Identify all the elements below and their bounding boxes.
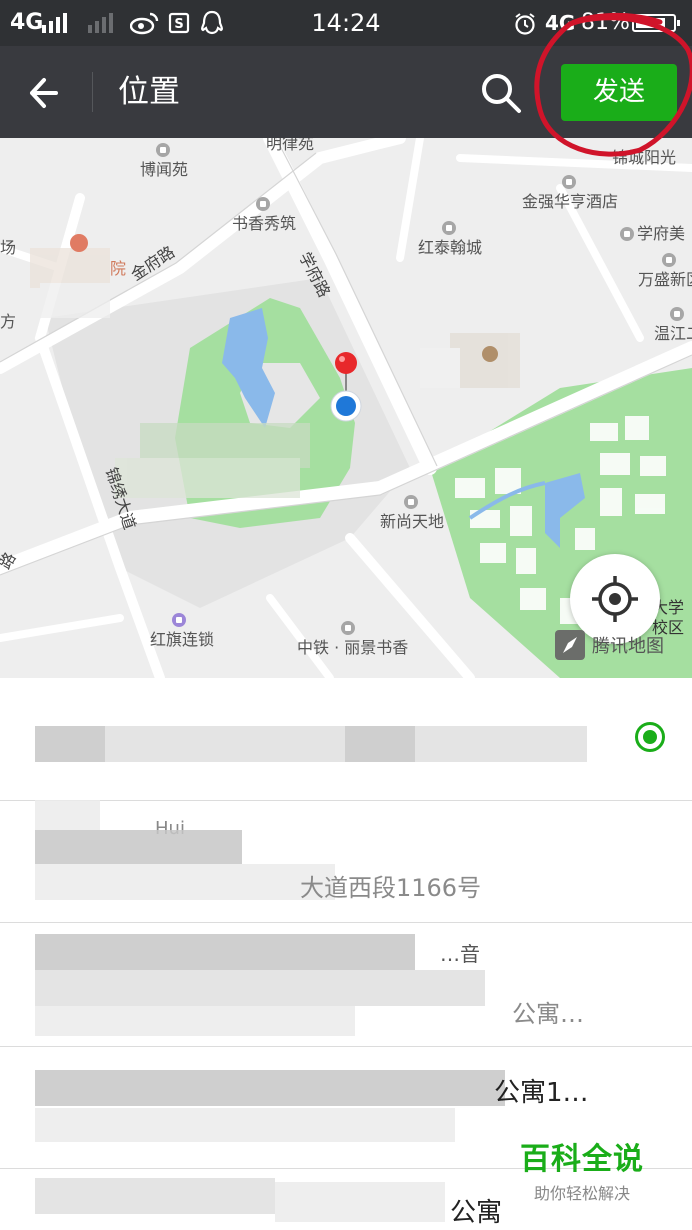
poi-xinshang[interactable]: 新尚天地 [380,492,444,532]
nav-bar: 位置 发送 [0,46,692,138]
poi-pin-icon [669,307,684,321]
alarm-icon [515,13,535,35]
location-item[interactable]: Hui 大道西段1166号 [0,800,692,923]
poi-wenjiang[interactable]: 温江二 [654,304,692,344]
redacted-title [345,726,415,762]
poi-hongtai[interactable]: 红泰翰城 [418,218,482,258]
poi-shuxiangxiuzhu[interactable]: 书香秀筑 [232,194,296,234]
poi-pin-icon [341,621,355,635]
map-label-partial-left2: 方 [0,312,17,331]
redacted-title [35,726,105,762]
map-label-hospital: 院 [110,259,127,278]
location-address: 大道西段1166号 [300,874,482,902]
redacted-title [35,800,100,830]
location-title: 公寓1… [494,1078,589,1108]
location-item-selected[interactable] [0,678,692,801]
location-pin-icon[interactable] [328,350,364,426]
search-icon[interactable] [478,70,524,116]
poi-pin-icon [620,227,634,241]
redacted-address [35,1108,455,1142]
poi-hongqi[interactable]: 红旗连锁 [150,610,214,650]
location-address: 公寓… [512,1000,584,1028]
store-icon [172,613,186,627]
redacted-title [275,1182,445,1222]
poi-pin-icon [441,221,456,235]
hospital-icon [70,234,88,252]
poi-pin-icon [403,495,418,509]
watermark-logo: 百科全说 助你轻松解决 [512,1134,652,1204]
poi-bowenyuan[interactable]: 博闻苑 [140,140,188,180]
status-bar: 4G S 14:24 4G 81% [0,0,692,46]
location-title: 公寓 [450,1198,503,1228]
poi-pin-icon [155,143,170,157]
battery-icon [632,14,680,32]
selected-radio-icon[interactable] [635,722,665,752]
redacted-address [35,864,335,900]
redacted-title [35,970,485,1006]
send-button[interactable]: 发送 [561,64,677,121]
redacted-title [35,1178,275,1214]
location-title: …音 [440,942,480,966]
poi-pin-icon [255,197,270,211]
poi-pin-icon [661,253,676,267]
battery-percent: 81% [581,10,630,35]
redacted-title [35,830,242,864]
redacted-title [35,934,415,970]
nav-divider [92,72,93,112]
redacted-title [105,726,345,762]
page-title: 位置 [118,74,180,110]
back-arrow-icon[interactable] [22,70,72,116]
poi-wansheng[interactable]: 万盛新区 [638,250,692,290]
map-label-jinchengyangguang: 锦城阳光 [612,148,677,167]
map-label-mingluyuan: 明律苑 [266,138,315,153]
network-type-secondary: 4G [545,11,576,35]
location-item[interactable]: …音 公寓… [0,922,692,1047]
redacted-address [35,1006,355,1036]
watermark-title: 百科全说 [520,1142,644,1177]
redacted-title [35,1070,505,1106]
poi-zhongtie[interactable]: 中铁 · 丽景书香 [297,618,408,658]
redacted-title [415,726,587,762]
map-view[interactable]: 明律苑 博闻苑 书香秀筑 金强华亨酒店 红泰翰城 学府美 万盛新区 温江二 锦城… [0,138,692,678]
map-label-partial-left: 场 [0,238,17,257]
compass-icon[interactable] [555,630,585,660]
watermark-subtitle: 助你轻松解决 [533,1184,630,1203]
school-icon [482,346,498,362]
map-provider-logo: 腾讯地图 [592,636,664,657]
poi-xuefumei[interactable]: 学府美 [620,224,685,244]
poi-jinqiang[interactable]: 金强华亨酒店 [522,172,618,212]
hotel-icon [561,175,576,189]
